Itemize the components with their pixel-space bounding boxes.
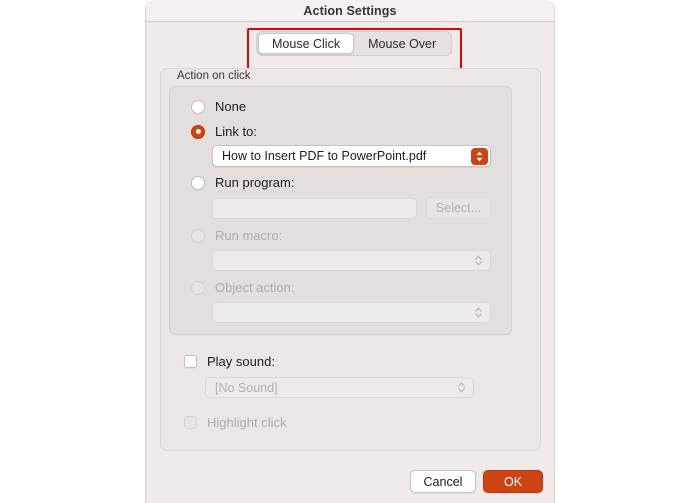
checkbox-row-play-sound[interactable]: Play sound:	[184, 354, 275, 369]
radio-link-to[interactable]	[191, 124, 205, 139]
chevron-updown-icon	[471, 307, 485, 318]
play-sound-value: [No Sound]	[215, 380, 278, 395]
link-to-popup-button[interactable]: How to Insert PDF to PowerPoint.pdf	[212, 145, 491, 167]
checkbox-highlight-click	[184, 416, 197, 429]
radio-run-program[interactable]	[191, 175, 205, 190]
run-program-input[interactable]	[212, 198, 417, 219]
play-sound-combo: [No Sound]	[205, 377, 474, 398]
checkbox-row-highlight-click: Highlight click	[184, 415, 286, 430]
radio-none[interactable]	[191, 99, 205, 114]
checkbox-highlight-click-label: Highlight click	[207, 415, 287, 430]
radio-run-program-label: Run program:	[215, 175, 295, 190]
radio-row-none[interactable]: None	[191, 99, 246, 114]
object-action-combo	[212, 302, 491, 323]
radio-none-label: None	[215, 99, 247, 114]
radio-run-macro	[191, 228, 205, 243]
cancel-button[interactable]: Cancel	[410, 470, 476, 493]
action-group-label: Action on click	[177, 70, 251, 82]
radio-row-link-to[interactable]: Link to:	[191, 124, 257, 139]
radio-row-run-program[interactable]: Run program:	[191, 175, 294, 190]
chevron-updown-icon	[470, 147, 488, 165]
run-program-select-button[interactable]: Select...	[426, 197, 491, 219]
chevron-updown-icon	[454, 382, 468, 393]
radio-run-macro-label: Run macro:	[215, 228, 283, 243]
tabs-segmented-control[interactable]: Mouse Click Mouse Over	[256, 31, 453, 56]
link-to-value: How to Insert PDF to PowerPoint.pdf	[222, 149, 427, 163]
tab-mouse-click[interactable]: Mouse Click	[258, 33, 355, 54]
tab-mouse-over[interactable]: Mouse Over	[354, 33, 450, 54]
checkbox-play-sound-label: Play sound:	[207, 354, 275, 369]
action-settings-dialog: Action Settings Mouse Click Mouse Over A…	[145, 0, 555, 503]
radio-object-action-label: Object action:	[215, 280, 295, 295]
tabs-zone: Mouse Click Mouse Over	[146, 22, 554, 70]
action-on-click-groupbox: None Link to: How to Insert PDF to Power…	[169, 86, 512, 335]
radio-object-action	[191, 280, 205, 295]
chevron-updown-icon	[471, 255, 485, 266]
dialog-titlebar: Action Settings	[146, 0, 554, 22]
run-macro-combo	[212, 250, 491, 271]
ok-button[interactable]: OK	[483, 470, 543, 493]
checkbox-play-sound[interactable]	[184, 355, 197, 368]
dialog-title: Action Settings	[303, 3, 397, 18]
radio-row-object-action: Object action:	[191, 280, 295, 295]
radio-link-to-label: Link to:	[215, 124, 257, 139]
radio-row-run-macro: Run macro:	[191, 228, 282, 243]
